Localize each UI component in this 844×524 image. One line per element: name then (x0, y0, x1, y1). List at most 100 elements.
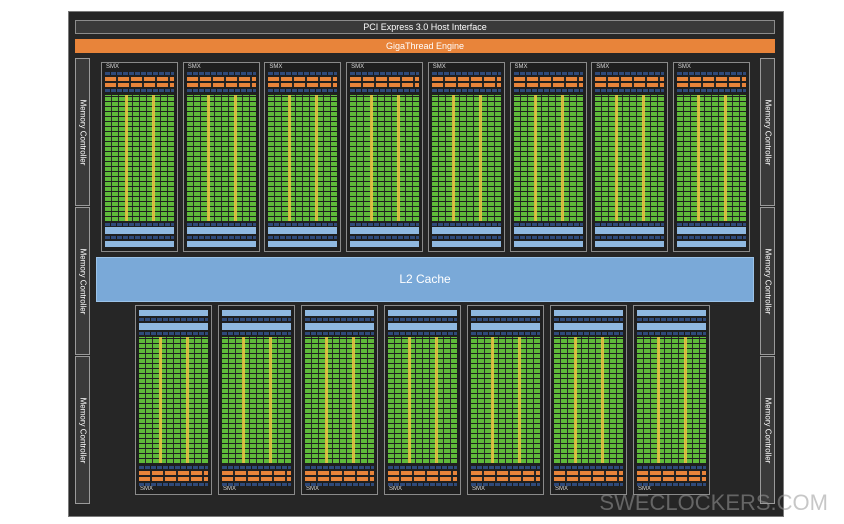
dispatch-row (676, 83, 746, 87)
cuda-core-array (595, 95, 665, 221)
dispatch-units (388, 483, 457, 486)
register-file (471, 466, 540, 469)
cuda-core-array (637, 337, 706, 463)
smx-bottom-3: SMX (301, 305, 378, 495)
texture-cache (186, 241, 256, 247)
texture-units (222, 318, 291, 321)
texture-units (105, 236, 174, 239)
warp-scheduler-row (186, 77, 256, 81)
load-store-units (471, 332, 540, 335)
smx-label: SMX (187, 64, 201, 70)
shared-memory (388, 323, 457, 330)
memory-controller-right-2: Memory Controller (760, 207, 775, 355)
texture-units (637, 318, 706, 321)
texture-cache (471, 310, 540, 316)
smx-bottom-4: SMX (384, 305, 461, 495)
dispatch-units (305, 483, 374, 486)
smx-label: SMX (432, 64, 446, 70)
dispatch-row (637, 471, 706, 475)
smx-label: SMX (472, 486, 486, 492)
dispatch-row (105, 83, 174, 87)
cuda-core-array (186, 95, 256, 221)
smx-bottom-5: SMX (467, 305, 544, 495)
load-store-units (431, 223, 501, 226)
cuda-core-array (350, 95, 420, 221)
load-store-units (105, 223, 174, 226)
dispatch-row (431, 83, 501, 87)
smx-top-8: SMX (672, 62, 750, 252)
shared-memory (139, 323, 208, 330)
shared-memory (431, 227, 501, 234)
dispatch-units (350, 72, 420, 75)
texture-cache (350, 241, 420, 247)
dispatch-row (513, 83, 583, 87)
warp-scheduler-row (388, 477, 457, 481)
texture-cache (554, 310, 623, 316)
cuda-core-array (431, 95, 501, 221)
warp-scheduler-row (105, 77, 174, 81)
warp-scheduler-row (471, 477, 540, 481)
memory-controller-left-3: Memory Controller (75, 356, 90, 504)
register-file (595, 89, 665, 92)
smx-label: SMX (596, 64, 610, 70)
dispatch-units (595, 72, 665, 75)
load-store-units (268, 223, 338, 226)
texture-cache (513, 241, 583, 247)
cuda-core-array (105, 95, 174, 221)
register-file (637, 466, 706, 469)
shared-memory (105, 227, 174, 234)
cuda-core-array (388, 337, 457, 463)
dispatch-units (268, 72, 338, 75)
dispatch-units (186, 72, 256, 75)
texture-units (139, 318, 208, 321)
smx-label: SMX (306, 486, 320, 492)
dispatch-row (554, 471, 623, 475)
texture-cache (305, 310, 374, 316)
texture-units (305, 318, 374, 321)
load-store-units (676, 223, 746, 226)
pcie-host-interface: PCI Express 3.0 Host Interface (75, 20, 775, 34)
load-store-units (637, 332, 706, 335)
smx-label: SMX (269, 64, 283, 70)
register-file (350, 89, 420, 92)
load-store-units (350, 223, 420, 226)
load-store-units (554, 332, 623, 335)
dispatch-units (676, 72, 746, 75)
warp-scheduler-row (676, 77, 746, 81)
texture-units (471, 318, 540, 321)
register-file (305, 466, 374, 469)
shared-memory (513, 227, 583, 234)
dispatch-row (268, 83, 338, 87)
texture-units (388, 318, 457, 321)
dispatch-row (186, 83, 256, 87)
shared-memory (222, 323, 291, 330)
dispatch-units (222, 483, 291, 486)
register-file (676, 89, 746, 92)
load-store-units (388, 332, 457, 335)
texture-cache (222, 310, 291, 316)
cuda-core-array (139, 337, 208, 463)
register-file (554, 466, 623, 469)
smx-label: SMX (555, 486, 569, 492)
warp-scheduler-row (139, 477, 208, 481)
shared-memory (554, 323, 623, 330)
shared-memory (637, 323, 706, 330)
texture-cache (139, 310, 208, 316)
texture-cache (388, 310, 457, 316)
dispatch-units (637, 483, 706, 486)
smx-top-2: SMX (182, 62, 260, 252)
smx-label: SMX (106, 64, 120, 70)
cuda-core-array (513, 95, 583, 221)
warp-scheduler-row (554, 477, 623, 481)
gigathread-engine: GigaThread Engine (75, 39, 775, 53)
smx-bottom-6: SMX (550, 305, 627, 495)
smx-label: SMX (223, 486, 237, 492)
memory-controller-left-2: Memory Controller (75, 207, 90, 355)
smx-bottom-1: SMX (135, 305, 212, 495)
smx-top-6: SMX (509, 62, 587, 252)
dispatch-units (431, 72, 501, 75)
smx-top-4: SMX (346, 62, 424, 252)
smx-label: SMX (677, 64, 691, 70)
dispatch-row (388, 471, 457, 475)
load-store-units (186, 223, 256, 226)
